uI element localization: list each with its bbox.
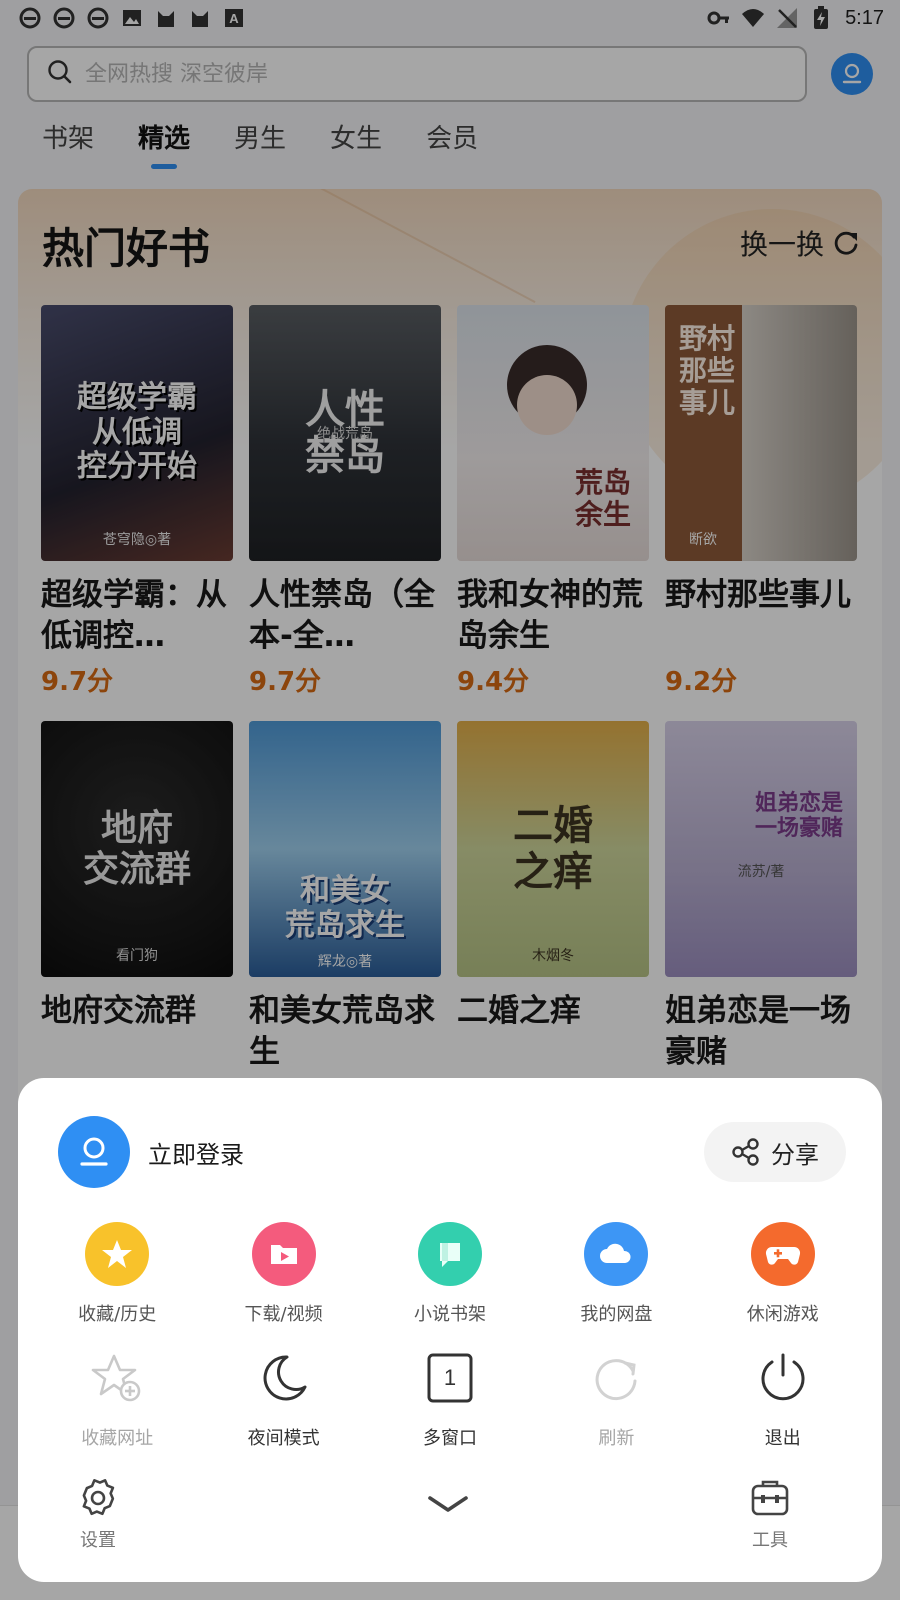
menu-item-label: 下载/视频 <box>244 1304 323 1325</box>
menu-item-exit[interactable]: 退出 <box>713 1346 853 1450</box>
settings-button[interactable]: 设置 <box>76 1476 120 1552</box>
menu-bottom-bar: 设置 工具 <box>18 1476 882 1556</box>
menu-item-casual-games[interactable]: 休闲游戏 <box>713 1222 853 1326</box>
tools-label: 工具 <box>752 1530 788 1551</box>
power-icon <box>751 1346 815 1410</box>
gear-icon <box>82 1479 115 1516</box>
collapse-menu-button[interactable] <box>424 1490 472 1520</box>
menu-row-primary: 收藏/历史 下载/视频 小说书架 我的网盘 休闲游戏 <box>18 1222 882 1326</box>
toolbox-icon <box>751 1480 789 1516</box>
menu-item-novel-shelf[interactable]: 小说书架 <box>380 1222 520 1326</box>
menu-item-label: 我的网盘 <box>580 1304 653 1325</box>
add-bookmark-icon <box>85 1346 149 1410</box>
folder-play-icon <box>251 1222 316 1286</box>
menu-item-label: 退出 <box>764 1428 801 1449</box>
menu-row-secondary: 收藏网址 夜间模式 1 多窗口 刷新 退出 <box>18 1346 882 1450</box>
menu-item-label: 小说书架 <box>413 1304 486 1325</box>
menu-item-label: 收藏网址 <box>81 1428 154 1449</box>
menu-item-downloads-video[interactable]: 下载/视频 <box>214 1222 354 1326</box>
menu-item-multi-window[interactable]: 1 多窗口 <box>380 1346 520 1450</box>
user-icon <box>80 1137 108 1166</box>
avatar <box>58 1116 130 1188</box>
settings-label: 设置 <box>80 1530 116 1551</box>
menu-item-label: 多窗口 <box>422 1428 477 1449</box>
chevron-down-icon <box>428 1496 468 1512</box>
browser-menu-sheet: 立即登录 分享 收藏/历史 下载/视频 小说书架 我的网盘 休闲游戏 收藏网址 … <box>18 1078 882 1582</box>
gamepad-icon <box>750 1222 815 1286</box>
menu-item-cloud-drive[interactable]: 我的网盘 <box>546 1222 686 1326</box>
login-label: 立即登录 <box>148 1140 244 1169</box>
menu-item-label: 收藏/历史 <box>78 1304 157 1325</box>
menu-item-label: 夜间模式 <box>247 1428 320 1449</box>
refresh-icon <box>584 1346 648 1410</box>
share-button[interactable]: 分享 <box>704 1122 846 1182</box>
book-icon <box>417 1222 482 1286</box>
share-icon <box>732 1138 759 1166</box>
login-entry[interactable]: 立即登录 <box>58 1116 244 1188</box>
menu-item-favorites-history[interactable]: 收藏/历史 <box>47 1222 187 1326</box>
window-count-icon: 1 <box>418 1346 482 1410</box>
menu-item-refresh[interactable]: 刷新 <box>546 1346 686 1450</box>
tools-button[interactable]: 工具 <box>748 1476 792 1552</box>
menu-item-label: 休闲游戏 <box>746 1304 819 1325</box>
window-count: 1 <box>443 1365 457 1390</box>
star-icon <box>85 1222 150 1286</box>
share-label: 分享 <box>771 1140 819 1169</box>
cloud-icon <box>584 1222 649 1286</box>
menu-item-add-bookmark[interactable]: 收藏网址 <box>47 1346 187 1450</box>
menu-item-label: 刷新 <box>598 1428 635 1449</box>
menu-item-night-mode[interactable]: 夜间模式 <box>214 1346 354 1450</box>
moon-icon <box>252 1346 316 1410</box>
